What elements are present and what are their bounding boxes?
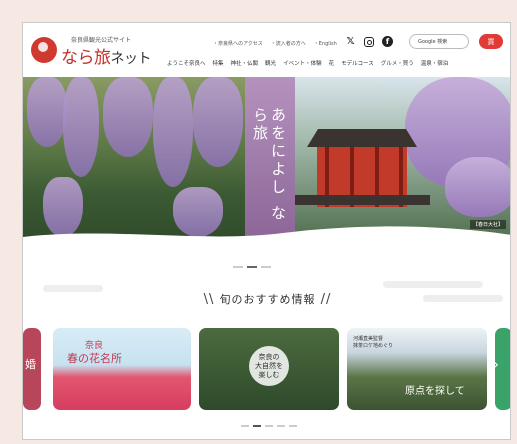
next-arrow-icon[interactable]: › <box>489 357 503 373</box>
hero-dot[interactable] <box>261 266 271 268</box>
nav-gourmet[interactable]: グルメ・買う <box>381 59 414 67</box>
carousel-pagination <box>241 425 297 427</box>
recommend-carousel: 婚 ‹ 奈良 春の花名所 奈良の 大自然を 楽しむ 河瀬直美監督 抹茶ロケ地めぐり… <box>23 328 510 412</box>
nav-onsen[interactable]: 温泉・宿泊 <box>421 59 449 67</box>
nav-feature[interactable]: 特集 <box>213 59 224 67</box>
cart-button[interactable]: 買 <box>479 34 503 49</box>
x-icon[interactable]: 𝕏 <box>345 36 356 47</box>
carousel-dot-active[interactable] <box>253 425 261 427</box>
carousel-card-origin[interactable]: 河瀬直美監督 抹茶ロケ地めぐり 原点を探して <box>347 328 487 410</box>
facebook-icon[interactable]: f <box>382 36 393 47</box>
card-subtitle: 河瀬直美監督 抹茶ロケ地めぐり <box>353 336 394 349</box>
logo-mark-icon <box>31 37 57 63</box>
hero-dot-active[interactable] <box>247 266 257 268</box>
nav-welcome[interactable]: ようこそ奈良へ <box>167 59 206 67</box>
google-search-box[interactable]: Google 検索 <box>409 34 469 49</box>
global-nav: ようこそ奈良へ 特集 神社・仏閣 観光 イベント・体験 花 モデルコース グルメ… <box>167 59 448 67</box>
english-link[interactable]: ・English <box>314 40 337 47</box>
nav-model-course[interactable]: モデルコース <box>341 59 374 67</box>
hero-title: あをによし なら旅 <box>251 107 287 223</box>
cloud-decoration <box>383 281 483 288</box>
access-link[interactable]: ・奈良県へのアクセス <box>213 40 263 47</box>
hero-pagination <box>233 266 271 268</box>
nav-temples[interactable]: 神社・仏閣 <box>231 59 259 67</box>
nav-events[interactable]: イベント・体験 <box>283 59 322 67</box>
browser-page: 奈良県観光公式サイト なら旅ネット ・奈良県へのアクセス ・流入者の方へ ・En… <box>22 22 511 440</box>
newcomer-link[interactable]: ・流入者の方へ <box>271 40 306 47</box>
prev-arrow-icon[interactable]: ‹ <box>36 357 50 373</box>
logo-title: なら旅ネット <box>61 48 151 68</box>
hero-wave-divider <box>23 226 510 245</box>
hero-title-panel: あをによし なら旅 <box>245 77 295 245</box>
site-logo[interactable]: 奈良県観光公式サイト なら旅ネット <box>31 35 171 75</box>
carousel-dot[interactable] <box>265 425 273 427</box>
carousel-card-nature[interactable]: 奈良の 大自然を 楽しむ <box>199 328 339 410</box>
nav-sightseeing[interactable]: 観光 <box>265 59 276 67</box>
carousel-dot[interactable] <box>277 425 285 427</box>
instagram-icon[interactable] <box>364 36 374 47</box>
hero-dot[interactable] <box>233 266 243 268</box>
social-links: 𝕏 f <box>345 36 393 47</box>
nav-flowers[interactable]: 花 <box>329 59 335 67</box>
hero-banner[interactable]: あをによし なら旅 【春日大社】 <box>23 77 510 245</box>
utility-links: ・奈良県へのアクセス ・流入者の方へ ・English <box>213 40 337 47</box>
nature-label: 奈良の 大自然を 楽しむ <box>249 346 289 386</box>
section-heading: \\ 旬のおすすめ情報 // <box>203 292 332 307</box>
wisteria-photo <box>23 77 245 245</box>
section-title: 旬のおすすめ情報 <box>219 293 316 306</box>
carousel-dot[interactable] <box>241 425 249 427</box>
shrine-photo: 【春日大社】 <box>295 77 510 245</box>
carousel-dot[interactable] <box>289 425 297 427</box>
carousel-card-spring-flowers[interactable]: 奈良 春の花名所 <box>53 328 191 410</box>
